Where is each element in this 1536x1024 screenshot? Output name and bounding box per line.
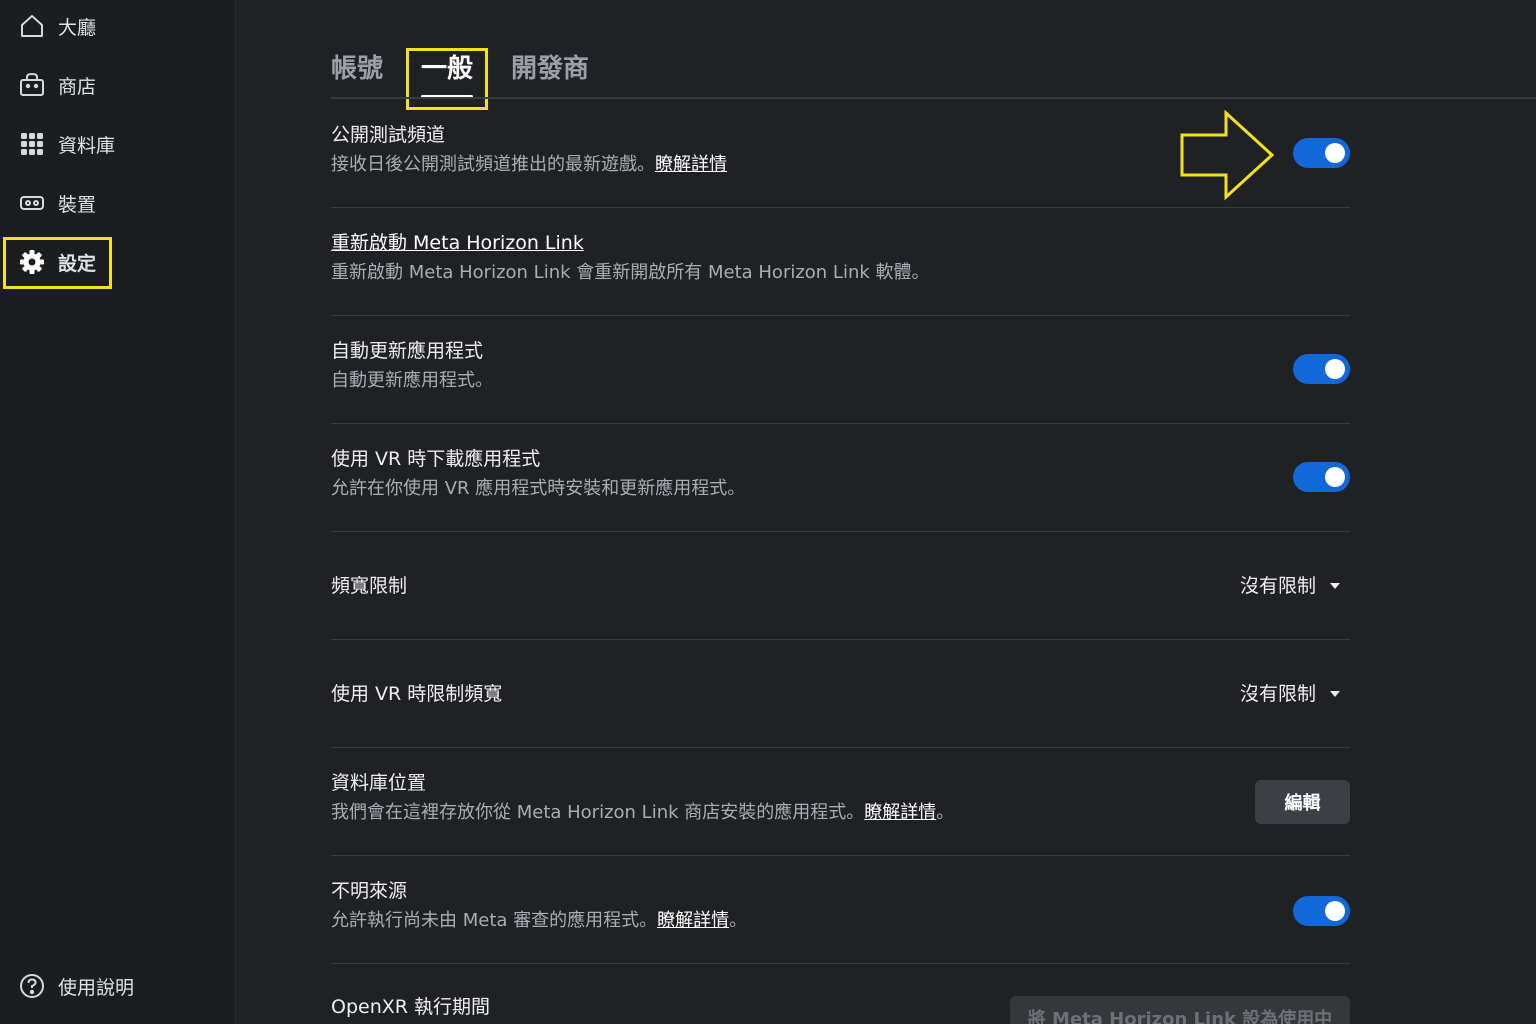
tab-account[interactable]: 帳號 <box>331 40 383 98</box>
learn-more-link[interactable]: 瞭解詳情 <box>864 802 936 823</box>
learn-more-link[interactable]: 瞭解詳情 <box>657 910 729 931</box>
sidebar-item-settings[interactable]: 設定 <box>18 242 218 282</box>
setting-vr-download: 使用 VR 時下載應用程式 允許在你使用 VR 應用程式時安裝和更新應用程式。 <box>331 424 1350 532</box>
setting-restart-link: 重新啟動 Meta Horizon Link 重新啟動 Meta Horizon… <box>331 208 1350 316</box>
setting-auto-update: 自動更新應用程式 自動更新應用程式。 <box>331 316 1350 424</box>
grid-icon <box>21 133 43 155</box>
tab-developer[interactable]: 開發商 <box>511 40 589 98</box>
setting-title: 公開測試頻道 <box>331 124 446 146</box>
sidebar-item-devices[interactable]: 裝置 <box>18 183 218 223</box>
setting-unknown-sources: 不明來源 允許執行尚未由 Meta 審查的應用程式。瞭解詳情。 <box>331 856 1350 964</box>
unknown-sources-toggle[interactable] <box>1293 896 1350 926</box>
setting-title: 自動更新應用程式 <box>331 340 484 362</box>
sidebar-item-help[interactable]: 使用說明 <box>18 966 218 1006</box>
tabs-divider <box>331 97 1536 99</box>
setting-openxr-runtime: OpenXR 執行期間 將 Meta Horizon Link 設為使用中 <box>331 964 1350 1024</box>
caret-down-icon <box>1330 583 1340 589</box>
setting-title: 資料庫位置 <box>331 772 427 794</box>
store-icon <box>20 72 44 96</box>
settings-panel: 帳號 一般 開發商 公開測試頻道 接收日後公開測試頻道推出的最新遊戲。瞭解詳情 … <box>236 0 1536 1024</box>
sidebar-item-label: 大廳 <box>58 16 97 39</box>
tab-general[interactable]: 一般 <box>421 40 474 98</box>
headset-icon <box>20 196 44 210</box>
setting-desc: 我們會在這裡存放你從 Meta Horizon Link 商店安裝的應用程式。瞭… <box>331 802 955 823</box>
auto-update-toggle[interactable] <box>1293 354 1350 384</box>
setting-bandwidth-limit: 頻寬限制 沒有限制 <box>331 532 1350 640</box>
public-test-toggle[interactable] <box>1293 138 1350 168</box>
set-active-runtime-button[interactable]: 將 Meta Horizon Link 設為使用中 <box>1010 996 1350 1024</box>
vr-download-toggle[interactable] <box>1293 462 1350 492</box>
sidebar-item-label: 商店 <box>58 75 97 98</box>
gear-icon <box>20 250 44 274</box>
setting-desc: 允許執行尚未由 Meta 審查的應用程式。瞭解詳情。 <box>331 910 748 931</box>
sidebar-item-label: 裝置 <box>58 193 97 216</box>
sidebar-item-library[interactable]: 資料庫 <box>18 124 218 164</box>
sidebar-item-label: 設定 <box>58 252 97 275</box>
bandwidth-dropdown[interactable]: 沒有限制 <box>1240 532 1340 640</box>
vr-bandwidth-dropdown[interactable]: 沒有限制 <box>1240 640 1340 748</box>
sidebar-item-label: 資料庫 <box>58 134 116 157</box>
sidebar-item-store[interactable]: 商店 <box>18 65 218 105</box>
setting-desc: 重新啟動 Meta Horizon Link 會重新開啟所有 Meta Hori… <box>331 262 930 283</box>
home-icon <box>21 15 43 37</box>
setting-title: 頻寬限制 <box>331 575 408 597</box>
setting-desc: 允許在你使用 VR 應用程式時安裝和更新應用程式。 <box>331 478 746 499</box>
sidebar-item-label: 使用說明 <box>58 976 135 999</box>
setting-title: 不明來源 <box>331 880 408 902</box>
setting-library-location: 資料庫位置 我們會在這裡存放你從 Meta Horizon Link 商店安裝的… <box>331 748 1350 856</box>
sidebar-item-home[interactable]: 大廳 <box>18 6 218 46</box>
restart-link[interactable]: 重新啟動 Meta Horizon Link <box>331 228 584 255</box>
setting-title: 使用 VR 時下載應用程式 <box>331 448 541 470</box>
annotation-arrow-icon <box>1180 110 1275 201</box>
setting-desc: 接收日後公開測試頻道推出的最新遊戲。瞭解詳情 <box>331 154 727 175</box>
edit-button[interactable]: 編輯 <box>1255 780 1350 824</box>
learn-more-link[interactable]: 瞭解詳情 <box>655 154 727 175</box>
setting-title: 使用 VR 時限制頻寬 <box>331 683 503 705</box>
sidebar: 大廳 商店 資料庫 裝置 設定 使用說明 <box>0 0 236 1024</box>
setting-vr-bandwidth-limit: 使用 VR 時限制頻寬 沒有限制 <box>331 640 1350 748</box>
help-icon <box>20 974 44 998</box>
tab-bar: 帳號 一般 開發商 <box>331 40 627 98</box>
setting-title: OpenXR 執行期間 <box>331 996 491 1018</box>
caret-down-icon <box>1330 691 1340 697</box>
setting-desc: 自動更新應用程式。 <box>331 370 493 391</box>
